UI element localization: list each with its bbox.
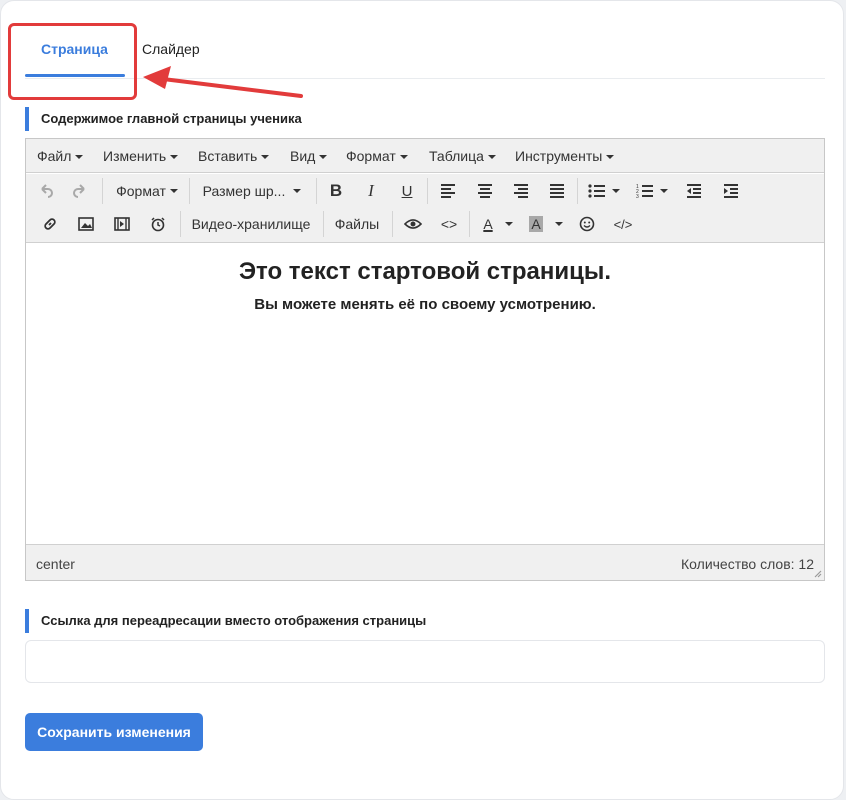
rich-text-editor: Файл Изменить Вставить Вид Формат Таблиц…: [25, 138, 825, 581]
menu-file[interactable]: Файл: [37, 148, 84, 164]
indent-icon[interactable]: [719, 179, 743, 203]
annotation-arrow-icon: [143, 66, 303, 98]
toolbar-separator: [392, 211, 393, 237]
align-justify-icon[interactable]: [545, 179, 569, 203]
bullet-list-icon[interactable]: [584, 179, 624, 203]
text-color-icon[interactable]: A: [478, 212, 518, 236]
menu-edit[interactable]: Изменить: [103, 148, 179, 164]
toolbar-separator: [102, 178, 103, 204]
tab-slider[interactable]: Слайдер: [142, 41, 200, 57]
background-color-icon[interactable]: A: [526, 212, 566, 236]
toolbar-separator: [316, 178, 317, 204]
image-icon[interactable]: [74, 212, 98, 236]
content-heading: Это текст стартовой страницы.: [238, 258, 612, 285]
menu-insert[interactable]: Вставить: [198, 148, 270, 164]
toolbar-separator: [189, 178, 190, 204]
menu-tools[interactable]: Инструменты: [515, 148, 615, 164]
bold-icon[interactable]: B: [324, 179, 348, 203]
settings-card: Страница Слайдер Содержимое главной стра…: [0, 0, 844, 800]
save-changes-button[interactable]: Сохранить изменения: [25, 713, 203, 751]
word-count: Количество слов: 12: [681, 556, 814, 572]
align-left-icon[interactable]: [436, 179, 460, 203]
video-storage-button[interactable]: Видео-хранилище: [186, 212, 316, 236]
element-path[interactable]: center: [36, 556, 75, 572]
toolbar-separator: [323, 211, 324, 237]
underline-icon[interactable]: U: [395, 179, 419, 203]
editor-statusbar: center Количество слов: 12: [26, 544, 824, 580]
alarm-clock-icon[interactable]: [146, 212, 170, 236]
toolbar-separator: [469, 211, 470, 237]
media-icon[interactable]: [110, 212, 134, 236]
format-dropdown[interactable]: Формат: [108, 179, 186, 203]
italic-icon[interactable]: I: [359, 179, 383, 203]
align-right-icon[interactable]: [509, 179, 533, 203]
outdent-icon[interactable]: [682, 179, 706, 203]
preview-eye-icon[interactable]: [401, 212, 425, 236]
emoticons-icon[interactable]: [575, 212, 599, 236]
link-icon[interactable]: [38, 212, 62, 236]
annotation-highlight-box: [8, 23, 137, 100]
menu-table[interactable]: Таблица: [429, 148, 496, 164]
redo-icon[interactable]: [68, 179, 92, 203]
svg-text:3: 3: [636, 194, 639, 198]
redirect-section-label: Ссылка для переадресации вместо отображе…: [25, 609, 426, 633]
numbered-list-icon[interactable]: 123: [632, 179, 672, 203]
editor-toolbar: Формат Размер шр... B I U 1 2 3 Видео-хр…: [26, 174, 824, 243]
toolbar-separator: [180, 211, 181, 237]
content-section-label: Содержимое главной страницы ученика: [25, 107, 302, 131]
files-button[interactable]: Файлы: [329, 212, 385, 236]
toolbar-separator: [577, 178, 578, 204]
source-code-icon[interactable]: </>: [611, 212, 635, 236]
editor-content-area[interactable]: Это текст стартовой страницы. Вы можете …: [26, 244, 824, 544]
resize-handle-icon[interactable]: [812, 568, 822, 578]
content-paragraph: Вы можете менять её по своему усмотрению…: [254, 296, 596, 313]
toolbar-separator: [427, 178, 428, 204]
menu-format[interactable]: Формат: [346, 148, 408, 164]
undo-icon[interactable]: [34, 179, 58, 203]
align-center-icon[interactable]: [473, 179, 497, 203]
editor-menubar: Файл Изменить Вставить Вид Формат Таблиц…: [26, 139, 824, 173]
menu-view[interactable]: Вид: [290, 148, 328, 164]
font-size-dropdown[interactable]: Размер шр...: [196, 179, 308, 203]
code-sample-icon[interactable]: <>: [437, 212, 461, 236]
redirect-url-input[interactable]: [25, 640, 825, 683]
